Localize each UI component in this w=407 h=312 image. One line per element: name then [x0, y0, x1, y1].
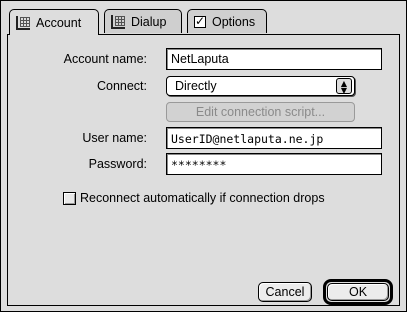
reconnect-checkbox[interactable]	[63, 192, 76, 205]
connect-label: Connect:	[96, 79, 147, 93]
connect-popup-value: Directly	[175, 79, 217, 93]
password-label: Password:	[88, 157, 147, 171]
connect-popup[interactable]: Directly ▲ ▼	[166, 76, 355, 96]
ok-button[interactable]: OK	[327, 283, 389, 301]
up-down-arrows-icon: ▲ ▼	[336, 78, 352, 95]
dialog-window: Account Dialup Options Account name: Net…	[0, 0, 407, 312]
user-name-label: User name:	[82, 131, 147, 145]
password-field[interactable]: ********	[166, 153, 382, 175]
cancel-button[interactable]: Cancel	[258, 282, 312, 302]
account-name-field[interactable]: NetLaputa	[166, 48, 382, 70]
edit-connection-script-button: Edit connection script...	[166, 102, 355, 122]
reconnect-label[interactable]: Reconnect automatically if connection dr…	[80, 191, 325, 205]
account-name-label: Account name:	[63, 52, 147, 66]
user-name-field[interactable]: UserID@netlaputa.ne.jp	[166, 127, 382, 149]
